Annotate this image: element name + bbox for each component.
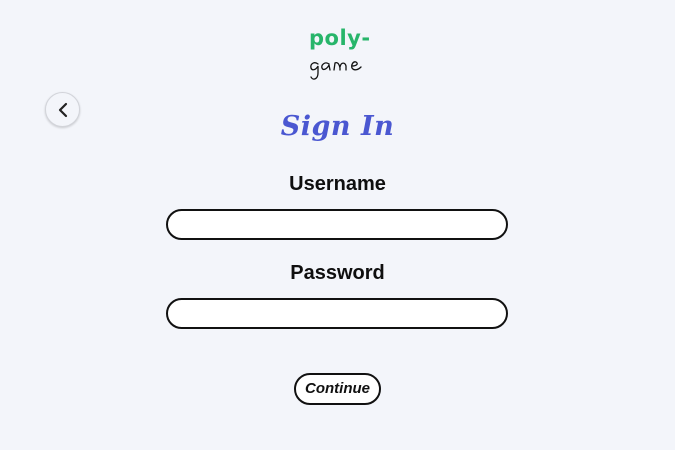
username-field[interactable]: [166, 209, 508, 240]
logo-text-poly: poly-: [309, 26, 371, 50]
continue-button[interactable]: Continue: [294, 373, 381, 405]
password-field[interactable]: [166, 298, 508, 329]
logo-script-game: game: [310, 61, 362, 80]
logo: poly- game: [0, 24, 675, 86]
username-label: Username: [289, 173, 386, 195]
password-label: Password: [290, 262, 385, 284]
page-title: Sign In: [280, 111, 395, 142]
